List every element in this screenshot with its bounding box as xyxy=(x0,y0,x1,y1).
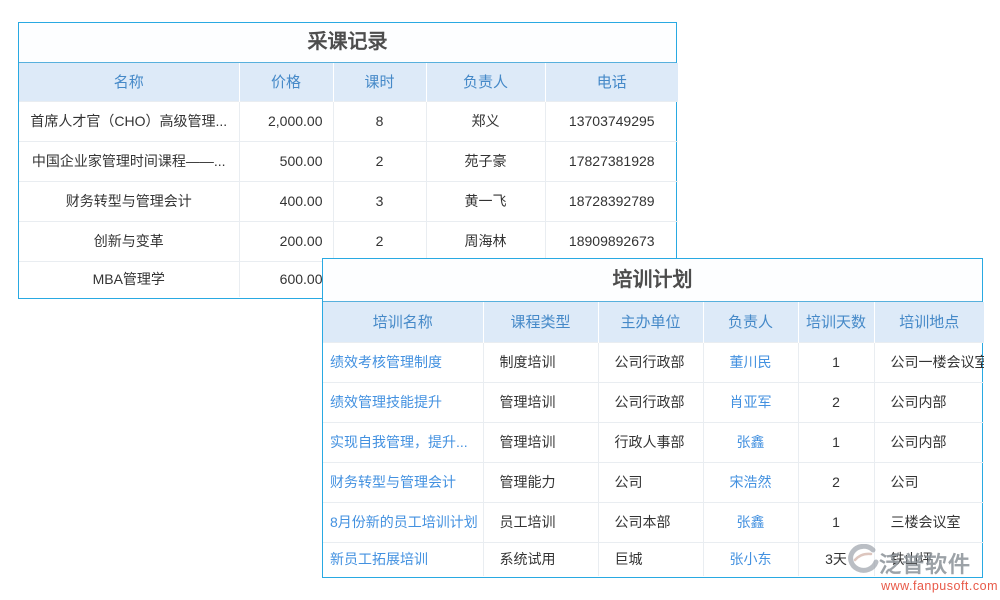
table-row: 财务转型与管理会计400.003黄一飞18728392789 xyxy=(19,181,678,221)
days-cell: 1 xyxy=(798,422,874,462)
phone-cell: 18909892673 xyxy=(545,221,678,261)
owner-link[interactable]: 张鑫 xyxy=(703,502,798,542)
location-cell: 铁山坪 xyxy=(874,542,984,576)
price-cell: 2,000.00 xyxy=(239,101,333,141)
location-cell: 公司 xyxy=(874,462,984,502)
course-name-cell: 创新与变革 xyxy=(19,221,239,261)
owner-link[interactable]: 肖亚军 xyxy=(703,382,798,422)
phone-cell: 17827381928 xyxy=(545,141,678,181)
owner-cell: 苑子豪 xyxy=(426,141,545,181)
table-row: 首席人才官（CHO）高级管理...2,000.008郑义13703749295 xyxy=(19,101,678,141)
days-cell: 1 xyxy=(798,342,874,382)
organizer-cell: 公司 xyxy=(598,462,703,502)
hours-cell: 8 xyxy=(333,101,426,141)
hours-cell: 2 xyxy=(333,141,426,181)
column-header-course-type: 课程类型 xyxy=(483,302,598,342)
training-plan-title: 培训计划 xyxy=(323,259,982,302)
price-cell: 200.00 xyxy=(239,221,333,261)
purchase-records-title: 采课记录 xyxy=(19,23,676,63)
course-type-cell: 制度培训 xyxy=(483,342,598,382)
location-cell: 三楼会议室 xyxy=(874,502,984,542)
days-cell: 3天 xyxy=(798,542,874,576)
course-name-cell: MBA管理学 xyxy=(19,261,239,297)
course-name-cell: 中国企业家管理时间课程——... xyxy=(19,141,239,181)
location-cell: 公司内部 xyxy=(874,422,984,462)
column-header-hours: 课时 xyxy=(333,63,426,101)
column-header-owner: 负责人 xyxy=(426,63,545,101)
column-header-days: 培训天数 xyxy=(798,302,874,342)
organizer-cell: 公司行政部 xyxy=(598,342,703,382)
course-name-cell: 首席人才官（CHO）高级管理... xyxy=(19,101,239,141)
days-cell: 2 xyxy=(798,462,874,502)
header-row: 名称价格课时负责人电话 xyxy=(19,63,678,101)
column-header-location: 培训地点 xyxy=(874,302,984,342)
organizer-cell: 巨城 xyxy=(598,542,703,576)
course-type-cell: 管理培训 xyxy=(483,422,598,462)
location-cell: 公司一楼会议室 xyxy=(874,342,984,382)
course-type-cell: 员工培训 xyxy=(483,502,598,542)
table-row: 绩效考核管理制度制度培训公司行政部董川民1公司一楼会议室 xyxy=(323,342,984,382)
hours-cell: 3 xyxy=(333,181,426,221)
column-header-organizer: 主办单位 xyxy=(598,302,703,342)
page-canvas: 采课记录 名称价格课时负责人电话 首席人才官（CHO）高级管理...2,000.… xyxy=(0,0,1000,600)
training-name-link[interactable]: 绩效考核管理制度 xyxy=(323,342,483,382)
table-row: 创新与变革200.002周海林18909892673 xyxy=(19,221,678,261)
course-type-cell: 管理培训 xyxy=(483,382,598,422)
organizer-cell: 行政人事部 xyxy=(598,422,703,462)
table-row: 实现自我管理，提升...管理培训行政人事部张鑫1公司内部 xyxy=(323,422,984,462)
column-header-course-name: 名称 xyxy=(19,63,239,101)
price-cell: 600.00 xyxy=(239,261,333,297)
column-header-owner: 负责人 xyxy=(703,302,798,342)
table-row: 中国企业家管理时间课程——...500.002苑子豪17827381928 xyxy=(19,141,678,181)
table-row: 8月份新的员工培训计划员工培训公司本部张鑫1三楼会议室 xyxy=(323,502,984,542)
owner-link[interactable]: 宋浩然 xyxy=(703,462,798,502)
training-name-link[interactable]: 财务转型与管理会计 xyxy=(323,462,483,502)
location-cell: 公司内部 xyxy=(874,382,984,422)
table-row: 新员工拓展培训系统试用巨城张小东3天铁山坪 xyxy=(323,542,984,576)
owner-link[interactable]: 张鑫 xyxy=(703,422,798,462)
training-name-link[interactable]: 新员工拓展培训 xyxy=(323,542,483,576)
column-header-phone: 电话 xyxy=(545,63,678,101)
owner-cell: 周海林 xyxy=(426,221,545,261)
phone-cell: 13703749295 xyxy=(545,101,678,141)
column-header-price: 价格 xyxy=(239,63,333,101)
hours-cell: 2 xyxy=(333,221,426,261)
column-header-training-name: 培训名称 xyxy=(323,302,483,342)
course-type-cell: 管理能力 xyxy=(483,462,598,502)
training-plan-table: 培训计划 培训名称课程类型主办单位负责人培训天数培训地点 绩效考核管理制度制度培… xyxy=(322,258,983,578)
owner-cell: 郑义 xyxy=(426,101,545,141)
price-cell: 500.00 xyxy=(239,141,333,181)
organizer-cell: 公司本部 xyxy=(598,502,703,542)
course-type-cell: 系统试用 xyxy=(483,542,598,576)
price-cell: 400.00 xyxy=(239,181,333,221)
training-name-link[interactable]: 绩效管理技能提升 xyxy=(323,382,483,422)
table-row: 财务转型与管理会计管理能力公司宋浩然2公司 xyxy=(323,462,984,502)
days-cell: 1 xyxy=(798,502,874,542)
owner-link[interactable]: 张小东 xyxy=(703,542,798,576)
training-plan-grid: 培训名称课程类型主办单位负责人培训天数培训地点 绩效考核管理制度制度培训公司行政… xyxy=(323,302,984,576)
owner-link[interactable]: 董川民 xyxy=(703,342,798,382)
header-row: 培训名称课程类型主办单位负责人培训天数培训地点 xyxy=(323,302,984,342)
table-row: 绩效管理技能提升管理培训公司行政部肖亚军2公司内部 xyxy=(323,382,984,422)
watermark-url-text: www.fanpusoft.com xyxy=(843,579,998,593)
course-name-cell: 财务转型与管理会计 xyxy=(19,181,239,221)
days-cell: 2 xyxy=(798,382,874,422)
organizer-cell: 公司行政部 xyxy=(598,382,703,422)
owner-cell: 黄一飞 xyxy=(426,181,545,221)
training-name-link[interactable]: 实现自我管理，提升... xyxy=(323,422,483,462)
phone-cell: 18728392789 xyxy=(545,181,678,221)
training-name-link[interactable]: 8月份新的员工培训计划 xyxy=(323,502,483,542)
